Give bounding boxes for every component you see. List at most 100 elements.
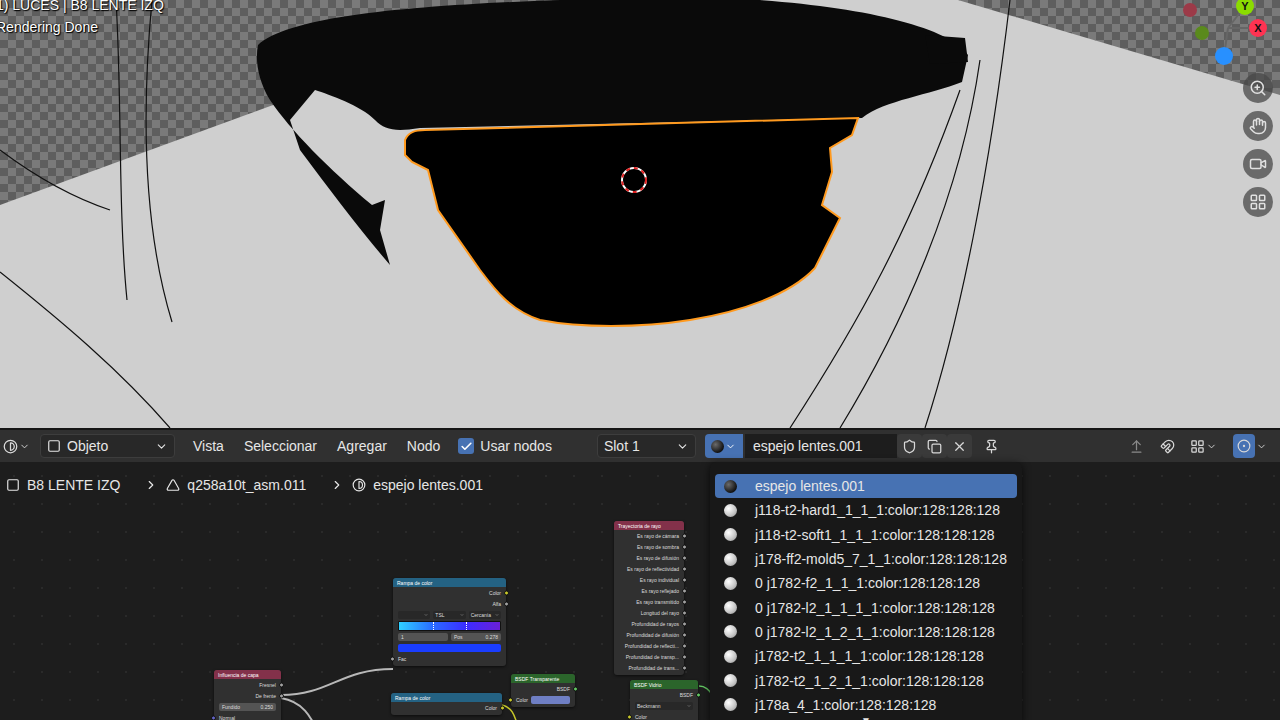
node-output[interactable]: Es rayo transmitido	[614, 596, 684, 607]
node-fields[interactable]: 1Pos0.278	[393, 631, 506, 642]
snap-target-button[interactable]	[1186, 434, 1220, 458]
node-select[interactable]	[398, 611, 430, 619]
material-item[interactable]: j118-t2-hard1_1_1_1:color:128:128:128	[715, 498, 1017, 522]
shader-node[interactable]: BSDF VidrioBSDF BeckmannColor	[630, 680, 698, 720]
ramp-stop[interactable]	[466, 622, 467, 630]
checkbox[interactable]	[458, 438, 474, 454]
overlays-button[interactable]	[1230, 434, 1270, 458]
node-output[interactable]: Color	[393, 587, 506, 598]
node-output[interactable]: Color	[391, 702, 502, 713]
ramp-bar[interactable]	[398, 621, 501, 631]
material-item[interactable]: 0 j1782-f2_1_1_1:color:128:128:128	[715, 571, 1017, 595]
socket-icon[interactable]	[682, 610, 687, 615]
socket-icon[interactable]	[682, 643, 687, 648]
socket-icon[interactable]	[573, 686, 578, 691]
node-selects[interactable]: TSLCercanía	[393, 609, 506, 620]
node-output[interactable]: Profundidad de rayos	[614, 618, 684, 629]
fake-user-button[interactable]	[897, 434, 922, 458]
gizmo-axis[interactable]	[1215, 47, 1233, 65]
node-select[interactable]: Beckmann	[635, 702, 693, 710]
node-output[interactable]: Es rayo de difusión	[614, 552, 684, 563]
material-item[interactable]: j1782-t2_1_1_1_1:color:128:128:128	[715, 644, 1017, 668]
camera-button[interactable]	[1243, 149, 1273, 179]
gizmo-axis[interactable]	[1195, 26, 1209, 40]
material-item[interactable]: j178a_4_1:color:128:128:128	[715, 693, 1017, 717]
socket-icon[interactable]	[682, 621, 687, 626]
shader-node[interactable]: Influencia de capaFresnelDe frenteFundid…	[214, 670, 281, 720]
overlay-toggle[interactable]	[1233, 434, 1255, 458]
shader-node[interactable]: BSDF TransparenteBSDFColor	[511, 674, 575, 707]
material-item[interactable]: 0 j1782-l2_1_1_1_1:color:128:128:128	[715, 595, 1017, 619]
color-swatch[interactable]	[531, 696, 570, 704]
node-color-input[interactable]: Color	[511, 694, 575, 705]
node-header[interactable]: Trayectoria de rayo	[614, 521, 684, 530]
material-item[interactable]: j1782-t2_1_2_1_1:color:128:128:128	[715, 668, 1017, 692]
socket-icon[interactable]	[682, 654, 687, 659]
color-ramp[interactable]	[393, 620, 506, 631]
node-output[interactable]: Alfa	[393, 598, 506, 609]
material-name-field[interactable]: espejo lentes.001	[745, 434, 897, 458]
node-output[interactable]: Profundidad de trans...	[614, 662, 684, 673]
socket-icon[interactable]	[682, 599, 687, 604]
socket-icon[interactable]	[390, 656, 395, 661]
node-field[interactable]: 1	[398, 633, 448, 641]
browse-material-button[interactable]	[705, 434, 743, 458]
material-item[interactable]: j118-t2-soft1_1_1_1:color:128:128:128	[715, 523, 1017, 547]
shader-node[interactable]: Rampa de colorColorAlfaTSLCercanía 1Pos0.…	[393, 578, 506, 666]
parent-node-tree-button[interactable]	[1124, 434, 1149, 458]
node-output[interactable]: Es rayo de sombra	[614, 541, 684, 552]
node-header[interactable]: Rampa de color	[393, 578, 506, 587]
node-input[interactable]: Color	[630, 711, 698, 720]
node-select[interactable]: Cercanía	[469, 611, 501, 619]
socket-icon[interactable]	[682, 533, 687, 538]
socket-icon[interactable]	[508, 697, 513, 702]
node-output[interactable]: Es rayo reflejado	[614, 585, 684, 596]
socket-icon[interactable]	[696, 692, 701, 697]
node-output[interactable]: Longitud del rayo	[614, 607, 684, 618]
socket-icon[interactable]	[211, 715, 216, 720]
scroll-down-arrow[interactable]: ▼	[715, 715, 1017, 720]
gizmo-axis[interactable]	[1183, 3, 1197, 17]
material-item[interactable]: j178-ff2-mold5_7_1_1:color:128:128:128	[715, 547, 1017, 571]
node-output[interactable]: BSDF	[630, 689, 698, 700]
menu-item[interactable]: Seleccionar	[234, 438, 327, 454]
color-swatch[interactable]	[398, 644, 501, 652]
socket-icon[interactable]	[504, 601, 509, 606]
node-output[interactable]: Es rayo de reflectividad	[614, 563, 684, 574]
ramp-stop[interactable]	[433, 622, 434, 630]
menu-item[interactable]: Nodo	[397, 438, 450, 454]
gizmo-axis[interactable]: Y	[1236, 0, 1254, 15]
zoom-button[interactable]	[1243, 73, 1273, 103]
socket-icon[interactable]	[504, 590, 509, 595]
node-header[interactable]: BSDF Transparente	[511, 674, 575, 683]
node-header[interactable]: BSDF Vidrio	[630, 680, 698, 689]
node-field[interactable]: Pos0.278	[451, 633, 501, 641]
breadcrumb-item[interactable]: q258a10t_asm.011	[166, 477, 306, 493]
material-item[interactable]: 0 j1782-l2_1_2_1_1:color:128:128:128	[715, 620, 1017, 644]
node-output[interactable]: Fresnel	[214, 679, 281, 690]
breadcrumb-item[interactable]: espejo lentes.001	[352, 477, 483, 493]
node-output[interactable]: Profundidad de reflecti...	[614, 640, 684, 651]
3d-viewport[interactable]: 1) LUCES | B8 LENTE IZQRendering DoneXY	[0, 0, 1280, 428]
node-output[interactable]: Profundidad de transp...	[614, 651, 684, 662]
socket-icon[interactable]	[627, 714, 632, 719]
mode-select[interactable]: Objeto	[40, 434, 175, 458]
shader-node[interactable]: Trayectoria de rayoEs rayo de cámaraEs r…	[614, 521, 684, 675]
socket-icon[interactable]	[682, 665, 687, 670]
ortho-button[interactable]	[1243, 187, 1273, 217]
node-output[interactable]: De frente	[214, 690, 281, 701]
node-output[interactable]: Es rayo de cámara	[614, 530, 684, 541]
node-swatch[interactable]	[393, 642, 506, 653]
use-nodes-toggle[interactable]: Usar nodos	[458, 438, 552, 454]
socket-icon[interactable]	[682, 544, 687, 549]
node-input[interactable]: Normal	[214, 712, 281, 720]
node-output[interactable]: BSDF	[511, 683, 575, 694]
socket-icon[interactable]	[279, 682, 284, 687]
unlink-button[interactable]	[947, 434, 972, 458]
snap-button[interactable]	[1155, 434, 1180, 458]
socket-icon[interactable]	[682, 555, 687, 560]
gizmo-axis[interactable]: X	[1249, 19, 1267, 37]
node-output[interactable]: Es rayo individual	[614, 574, 684, 585]
node-selects[interactable]: Beckmann	[630, 700, 698, 711]
node-header[interactable]: Rampa de color	[391, 693, 502, 702]
